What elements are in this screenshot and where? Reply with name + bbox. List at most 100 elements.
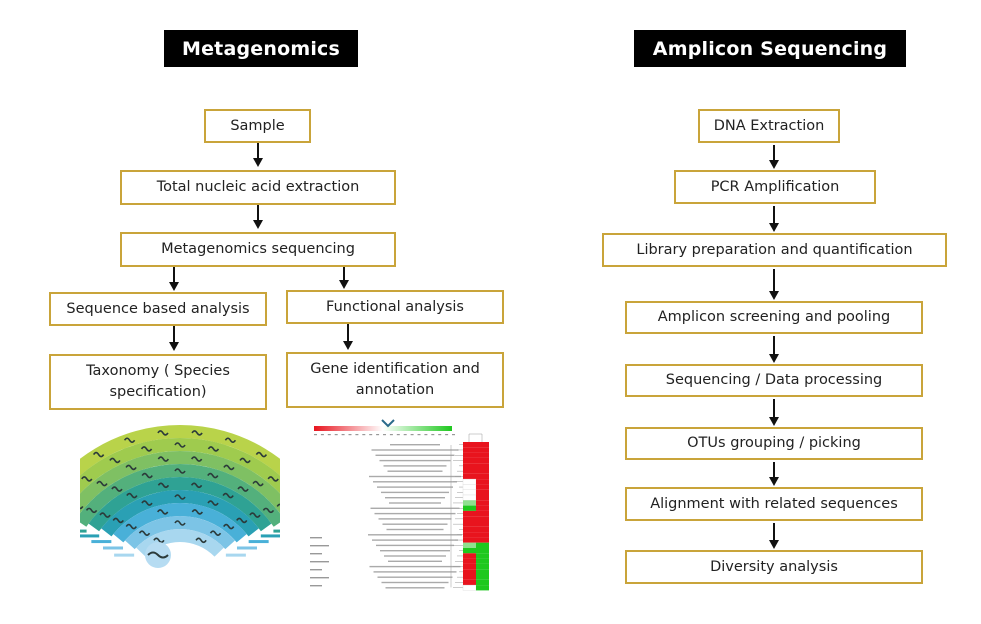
row-label [370,507,460,509]
row-label [371,449,459,451]
heatmap-cell [476,542,489,548]
heatmap-cell [463,500,476,506]
scale-tick-label [438,434,442,436]
heatmap-cell [476,457,489,464]
heatmap-cell [476,484,489,490]
heatmap-cell [462,484,477,490]
rank-label-bar [103,546,124,550]
category-label [310,577,329,579]
step-gene-identification: Gene identification and annotation [286,352,504,408]
category-label [310,545,329,547]
row-label [379,459,451,462]
row-label [376,544,454,547]
heatmap-cell [476,569,489,575]
rank-label-bar [91,540,112,544]
scale-tick-label [396,434,400,436]
heatmap-color-scale [314,426,452,431]
row-label [380,550,450,552]
row-label [387,470,443,472]
scale-tick-label [341,434,345,436]
scale-tick-label [389,434,393,436]
category-label [310,585,322,587]
row-label [373,571,457,573]
heatmap-cell [476,468,489,474]
rank-label-bar [260,534,280,538]
rank-label-bar [225,553,246,557]
gene-heatmap-illustration [310,419,489,591]
scale-tick-label [376,434,380,436]
scale-tick-label [424,434,428,436]
heatmap-cell [476,558,489,564]
heatmap-cell [463,579,476,586]
heatmap-cell [463,569,476,575]
step-sequence-based-analysis: Sequence based analysis [49,292,267,326]
heatmap-cell [476,585,489,591]
scale-tick-label [445,434,449,436]
rank-label-bar [248,540,269,544]
step-functional-analysis: Functional analysis [286,290,504,324]
heatmap-cell [462,494,477,501]
heatmap-cell [476,452,489,458]
heatmap-cell [476,473,489,480]
row-label [372,539,458,541]
scale-tick-label [348,434,352,436]
row-label [384,555,446,557]
heatmap-cell [463,457,476,464]
row-label [375,454,455,456]
row-label [377,576,453,578]
heatmap-cell [476,516,489,522]
heatmap-cell [463,574,476,580]
heatmap-cell [476,526,489,533]
amplicon-step: Amplicon screening and pooling [625,301,923,334]
heatmap-cell [476,479,489,485]
heatmap-cell [476,574,489,580]
row-label [378,518,452,520]
scale-tick-label [369,434,373,436]
heatmap-cell [463,526,476,533]
heatmap-cell [463,473,476,480]
row-label [389,502,441,504]
scale-tick-label [320,434,324,436]
heatmap-cell [463,537,476,543]
heatmap-cell [476,489,489,495]
heatmap-cell [476,553,489,559]
amplicon-step: OTUs grouping / picking [625,427,923,460]
scale-tick-label [383,434,386,436]
rank-label-bar [273,529,280,533]
column-dendrogram [468,433,483,442]
rank-label-bar [80,534,100,538]
category-label [310,569,322,571]
heatmap-cell [476,463,489,469]
heatmap-cell [463,463,476,469]
heatmap-cell [462,489,477,496]
taxonomy-fan-illustration [80,425,280,568]
heatmap-cell [463,532,476,538]
row-label [386,528,444,531]
category-label [310,561,329,563]
amplicon-step: Alignment with related sequences [625,487,923,521]
row-label [373,481,457,483]
row-label [377,486,453,488]
heatmap-cell [476,495,489,501]
row-label [382,523,448,525]
heatmap-cell [463,468,476,474]
row-label [369,565,461,568]
heatmap-cell [463,548,476,554]
amplicon-step: Sequencing / Data processing [625,364,923,397]
scale-tick-label [362,434,366,436]
row-label [388,560,442,562]
scale-tick-label [403,434,407,436]
amplicon-step: Diversity analysis [625,550,923,584]
heatmap-cell [463,558,476,564]
scale-tick-label [327,434,331,436]
heatmap-cell [463,505,476,511]
heatmap-cell [463,542,476,548]
heatmap-cell [463,563,476,570]
heatmap-cell [463,447,476,453]
row-label [385,497,445,499]
row-label [385,587,445,589]
step-sample: Sample [204,109,311,143]
heatmap-cell [476,579,489,586]
step-extraction: Total nucleic acid extraction [120,170,396,205]
row-label [368,534,462,536]
